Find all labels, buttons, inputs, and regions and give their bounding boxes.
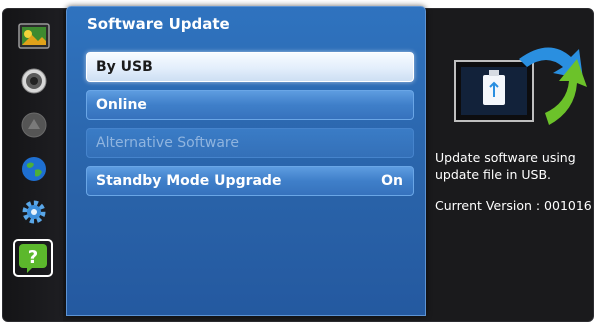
sidebar-item-support[interactable]: ? <box>13 239 53 277</box>
speaker-icon <box>21 68 47 94</box>
sidebar-item-sound[interactable] <box>17 64 51 98</box>
usb-update-illustration <box>453 39 593 139</box>
menu-item-alternative-software: Alternative Software <box>86 128 414 158</box>
menu-item-standby-mode-upgrade[interactable]: Standby Mode Upgrade On <box>86 166 414 196</box>
sidebar-item-network[interactable] <box>17 152 51 186</box>
menu-item-value: On <box>381 173 403 189</box>
info-panel: Update software using update file in USB… <box>435 149 593 214</box>
sidebar-item-picture[interactable] <box>17 19 51 53</box>
menu-item-label: By USB <box>96 59 153 75</box>
menu-item-by-usb[interactable]: By USB <box>86 52 414 82</box>
menu-item-label: Online <box>96 97 147 113</box>
software-update-panel: Software Update By USB Online Alternativ… <box>66 6 426 316</box>
menu-item-online[interactable]: Online <box>86 90 414 120</box>
svg-text:?: ? <box>28 247 38 268</box>
info-description: Update software using update file in USB… <box>435 150 576 182</box>
channel-icon <box>21 112 47 138</box>
current-version: Current Version : 001016 <box>435 198 592 213</box>
panel-title: Software Update <box>87 15 230 33</box>
help-icon: ? <box>13 239 53 277</box>
globe-icon <box>22 157 46 181</box>
gear-icon <box>22 200 46 224</box>
category-sidebar: ? <box>3 9 63 321</box>
menu-item-label: Standby Mode Upgrade <box>96 173 282 189</box>
sidebar-item-channel[interactable] <box>17 108 51 142</box>
sidebar-item-system[interactable] <box>17 195 51 229</box>
picture-icon <box>18 23 50 49</box>
menu-item-label: Alternative Software <box>96 135 239 151</box>
